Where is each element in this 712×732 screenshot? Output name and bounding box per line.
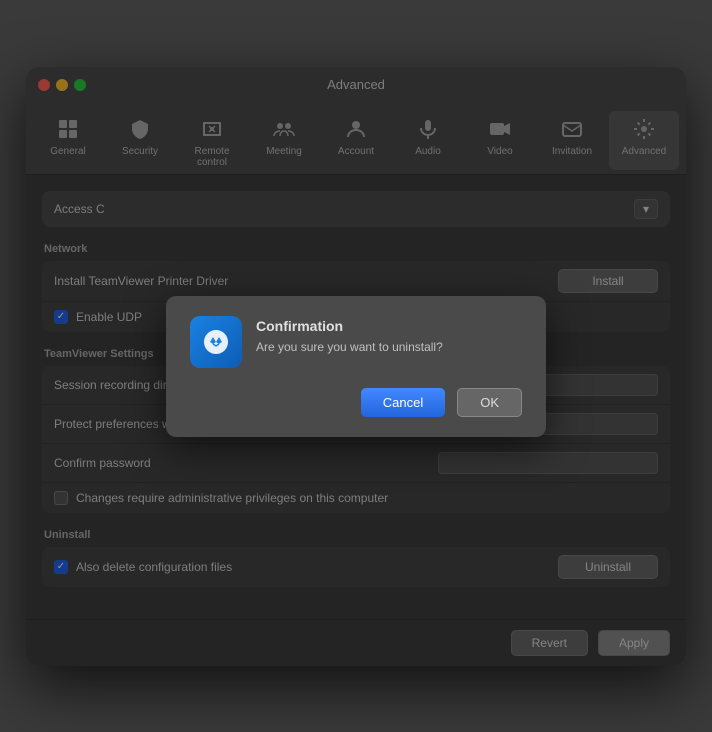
- modal-header: Confirmation Are you sure you want to un…: [190, 316, 522, 368]
- teamviewer-logo: [190, 316, 242, 368]
- modal-title: Confirmation: [256, 318, 443, 334]
- confirmation-modal: Confirmation Are you sure you want to un…: [166, 296, 546, 437]
- modal-ok-button[interactable]: OK: [457, 388, 522, 417]
- modal-text: Confirmation Are you sure you want to un…: [256, 316, 443, 354]
- modal-buttons: Cancel OK: [190, 388, 522, 417]
- modal-cancel-button[interactable]: Cancel: [361, 388, 445, 417]
- modal-message: Are you sure you want to uninstall?: [256, 340, 443, 354]
- modal-overlay: Confirmation Are you sure you want to un…: [26, 67, 686, 666]
